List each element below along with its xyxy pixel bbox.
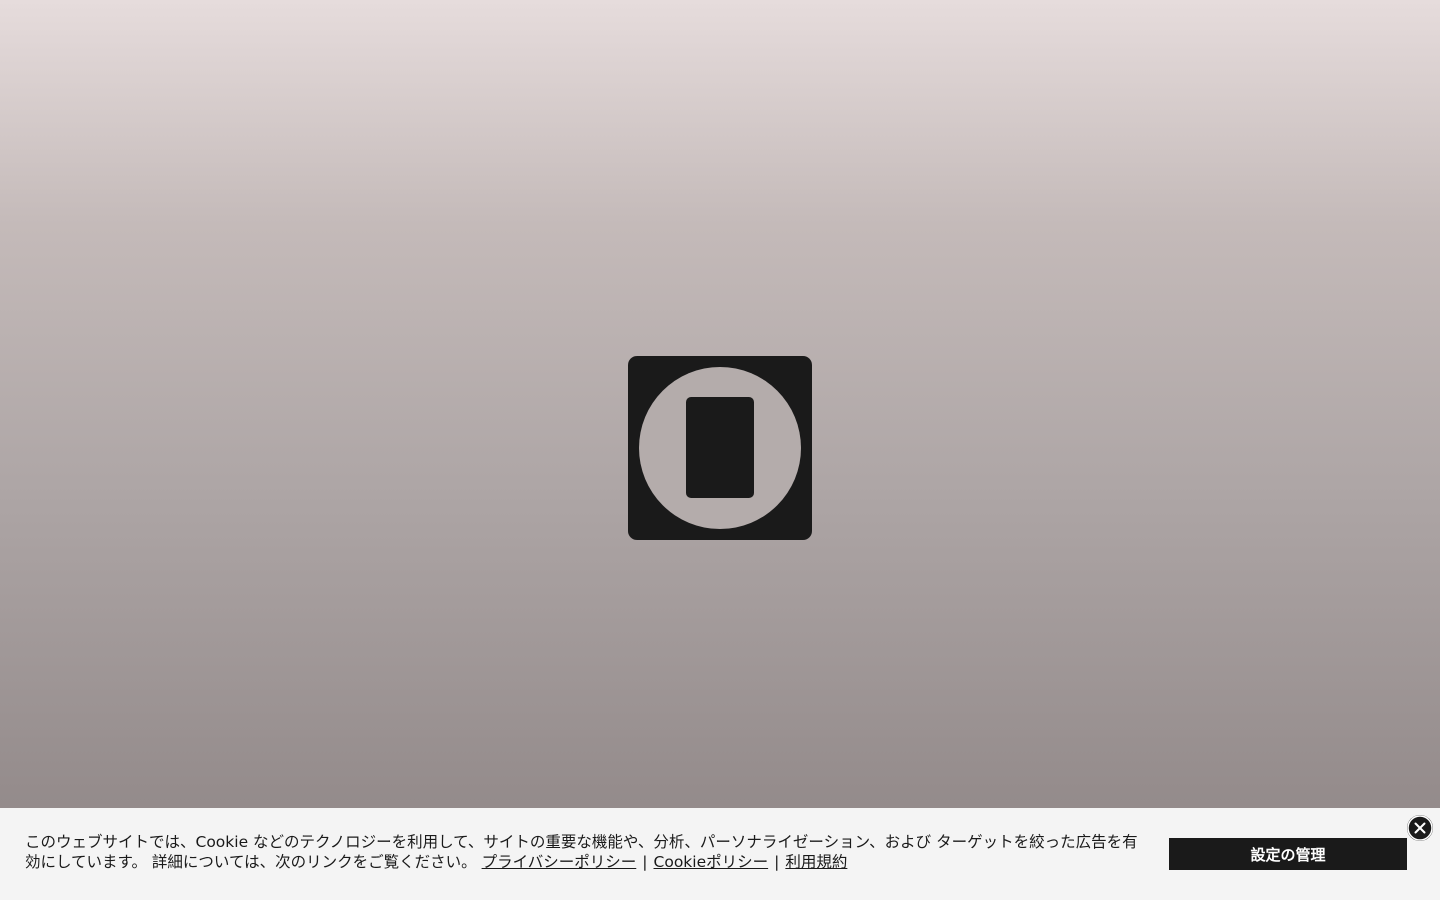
cookie-banner: このウェブサイトでは、Cookie などのテクノロジーを利用して、サイトの重要な… — [0, 808, 1440, 900]
close-icon — [1407, 815, 1433, 841]
cookie-message: このウェブサイトでは、Cookie などのテクノロジーを利用して、サイトの重要な… — [25, 832, 1145, 872]
terms-link[interactable]: 利用規約 — [785, 853, 847, 871]
cookie-policy-link[interactable]: Cookieポリシー — [654, 853, 769, 871]
page: このウェブサイトでは、Cookie などのテクノロジーを利用して、サイトの重要な… — [0, 0, 1440, 900]
close-banner-button[interactable] — [1407, 815, 1433, 841]
manage-settings-button[interactable]: 設定の管理 — [1169, 838, 1407, 870]
brand-logo-icon — [628, 356, 812, 540]
privacy-policy-link[interactable]: プライバシーポリシー — [482, 853, 637, 871]
link-separator: | — [774, 853, 780, 871]
link-separator: | — [642, 853, 648, 871]
